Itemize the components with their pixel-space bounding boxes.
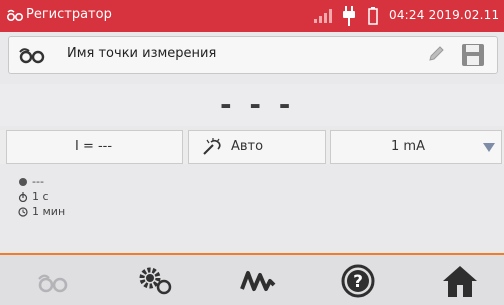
signal-icon (314, 9, 332, 23)
save-icon[interactable] (461, 43, 485, 67)
current-display: I = --- (6, 130, 183, 164)
bottom-toolbar: ? (0, 253, 504, 305)
title-bar: Регистратор 04:24 2019.02.11 (0, 0, 504, 32)
app-title: Регистратор (26, 7, 112, 22)
help-icon[interactable]: ? (338, 263, 378, 299)
waveform-icon[interactable] (238, 263, 278, 299)
recording-info: --- 1 с 1 мин (18, 174, 65, 219)
duration-line: 1 мин (18, 204, 65, 219)
mode-auto-button[interactable]: Авто (188, 130, 326, 164)
record-status-icon (19, 178, 27, 186)
range-value: 1 mA (391, 139, 425, 154)
interval-line: 1 с (18, 189, 65, 204)
parameters-row: I = --- Авто 1 mA (0, 130, 504, 164)
datetime: 04:24 2019.02.11 (389, 8, 500, 22)
clamp-probe-icon (203, 138, 221, 155)
pencil-icon[interactable] (427, 45, 445, 63)
mode-label: Авто (231, 139, 264, 154)
chevron-down-icon[interactable] (483, 143, 495, 152)
interval-value: 1 с (32, 190, 49, 203)
home-icon[interactable] (440, 263, 480, 299)
main-readout: - - - (0, 84, 504, 126)
status-line: --- (18, 174, 65, 189)
svg-text:?: ? (353, 272, 363, 292)
recorder-icon[interactable] (32, 263, 72, 299)
readout-value: - - - (220, 88, 295, 121)
range-select[interactable]: 1 mA (330, 130, 502, 164)
timer-icon (18, 192, 28, 202)
recorder-icon (6, 9, 24, 22)
current-label: I = --- (75, 139, 113, 154)
recorder-icon[interactable] (17, 46, 47, 64)
duration-value: 1 мин (32, 205, 66, 218)
status-value: --- (32, 175, 44, 188)
settings-icon[interactable] (136, 263, 176, 299)
plug-icon (343, 6, 355, 26)
measurement-point-name[interactable]: Имя точки измерения (67, 46, 216, 61)
battery-icon (368, 7, 378, 25)
clock-icon (18, 207, 28, 217)
measurement-point-bar[interactable]: Имя точки измерения (8, 36, 498, 74)
